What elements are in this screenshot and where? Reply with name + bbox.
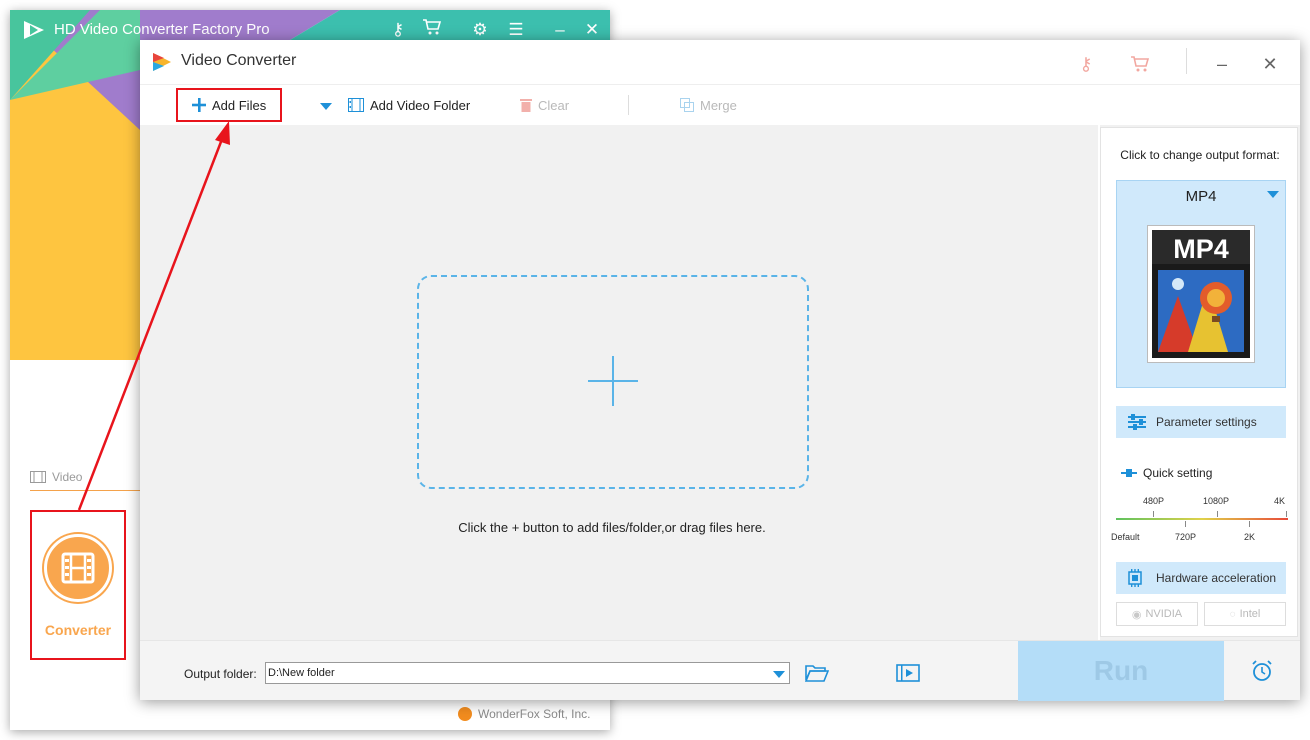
slider-tick [1217, 511, 1218, 517]
drop-zone[interactable] [417, 275, 809, 489]
film-icon [30, 471, 46, 483]
menu-list-icon[interactable]: ☰ [504, 18, 528, 42]
plus-icon [192, 98, 206, 112]
nvidia-label: NVIDIA [1145, 608, 1183, 620]
converter-tile[interactable]: Converter [30, 510, 126, 660]
quick-setting-label: Quick setting [1143, 466, 1213, 480]
window-title: Video Converter [181, 52, 297, 69]
quick-setting-icon [1121, 469, 1137, 477]
intel-toggle[interactable]: ◌ Intel [1204, 602, 1286, 626]
video-converter-window: Video Converter ⚷ – ✕ Add Files Add Vide… [140, 40, 1300, 701]
video-tab-label: Video [52, 470, 83, 484]
converter-label: Converter [44, 622, 112, 638]
slider-tick [1153, 511, 1154, 517]
quality-tick-480p: 480P [1143, 496, 1165, 506]
clear-label: Clear [538, 97, 570, 113]
quality-tick-default: Default [1111, 532, 1140, 542]
hardware-acceleration-button[interactable]: Hardware acceleration [1116, 562, 1286, 594]
video-converter-logo-icon [153, 53, 171, 71]
minimize-icon[interactable]: – [548, 18, 572, 42]
minimize-button[interactable]: – [1202, 46, 1242, 82]
quick-setting: Quick setting [1121, 466, 1212, 480]
video-output-icon[interactable] [896, 663, 920, 688]
close-icon[interactable]: ✕ [580, 18, 604, 42]
chip-icon [1128, 569, 1142, 587]
back-window-title: HD Video Converter Factory Pro [54, 21, 270, 38]
parameter-settings-label: Parameter settings [1156, 415, 1257, 429]
quality-tick-4k: 4K [1274, 496, 1286, 506]
cart-icon[interactable] [1120, 46, 1160, 82]
wonderfox-logo-icon [458, 707, 472, 721]
output-format-caption: Click to change output format: [1120, 148, 1280, 162]
add-video-folder-label: Add Video Folder [370, 97, 471, 113]
add-files-dropdown-icon[interactable] [320, 103, 332, 110]
output-format-selector[interactable]: MP4 MP4 [1116, 180, 1286, 388]
bottom-bar: Output folder: D:\New folder Run [140, 640, 1300, 701]
brand-text: WonderFox Soft, Inc. [478, 707, 591, 721]
drop-hint-text: Click the + button to add files/folder,o… [458, 520, 766, 535]
titlebar-divider [1186, 48, 1187, 74]
quality-slider[interactable] [1116, 518, 1288, 520]
output-settings-panel: Click to change output format: MP4 MP4 P… [1100, 125, 1300, 640]
brand-footer: WonderFox Soft, Inc. [458, 707, 591, 721]
cart-icon[interactable] [420, 18, 444, 42]
hardware-acceleration-label: Hardware acceleration [1156, 571, 1277, 585]
nvidia-toggle[interactable]: ◉ NVIDIA [1116, 602, 1198, 626]
trash-icon [520, 99, 532, 112]
converter-icon [44, 534, 112, 602]
merge-icon [680, 98, 694, 112]
add-files-label: Add Files [212, 97, 267, 113]
intel-logo-icon: ◌ [1229, 608, 1236, 620]
slider-tick [1286, 511, 1287, 517]
close-button[interactable]: ✕ [1250, 46, 1290, 82]
run-button[interactable]: Run [1018, 641, 1224, 701]
merge-button[interactable]: Merge [680, 94, 737, 116]
key-icon[interactable]: ⚷ [1066, 46, 1106, 82]
intel-label: Intel [1239, 608, 1261, 620]
output-folder-label: Output folder: [184, 667, 257, 681]
output-format-name: MP4 [1185, 188, 1217, 205]
slider-tick [1185, 521, 1186, 527]
mp4-thumbnail-text: MP4 [1173, 234, 1229, 264]
settings-gear-icon[interactable]: ⚙ [468, 18, 492, 42]
plus-icon-vertical [612, 356, 614, 406]
clear-button[interactable]: Clear [520, 94, 569, 116]
app-logo-icon [24, 21, 44, 39]
parameter-settings-button[interactable]: Parameter settings [1116, 406, 1286, 438]
toolbar-divider [628, 95, 629, 115]
video-folder-icon [348, 98, 364, 112]
output-settings-inner: Click to change output format: MP4 MP4 P… [1100, 127, 1298, 637]
chevron-down-icon[interactable] [773, 671, 785, 678]
tab-underline [30, 490, 150, 491]
key-icon[interactable]: ⚷ [386, 18, 410, 42]
sliders-icon [1128, 414, 1146, 430]
mp4-format-thumbnail: MP4 [1147, 225, 1255, 363]
alarm-clock-icon[interactable] [1250, 659, 1274, 688]
video-section-tab[interactable]: Video [30, 470, 82, 484]
add-video-folder-button[interactable]: Add Video Folder [348, 94, 470, 116]
file-list-area[interactable]: Click the + button to add files/folder,o… [140, 125, 1098, 640]
quality-tick-2k: 2K [1244, 532, 1256, 542]
merge-label: Merge [700, 97, 737, 113]
quality-tick-1080p: 1080P [1203, 496, 1230, 506]
slider-tick [1249, 521, 1250, 527]
output-folder-input[interactable]: D:\New folder [265, 662, 790, 684]
nvidia-logo-icon: ◉ [1131, 608, 1142, 621]
quality-tick-720p: 720P [1175, 532, 1197, 542]
toolbar: Add Files Add Video Folder Clear Merge [140, 84, 1300, 124]
open-folder-icon[interactable] [804, 663, 830, 688]
add-files-button[interactable]: Add Files [192, 94, 266, 116]
chevron-down-icon[interactable] [1267, 191, 1279, 198]
